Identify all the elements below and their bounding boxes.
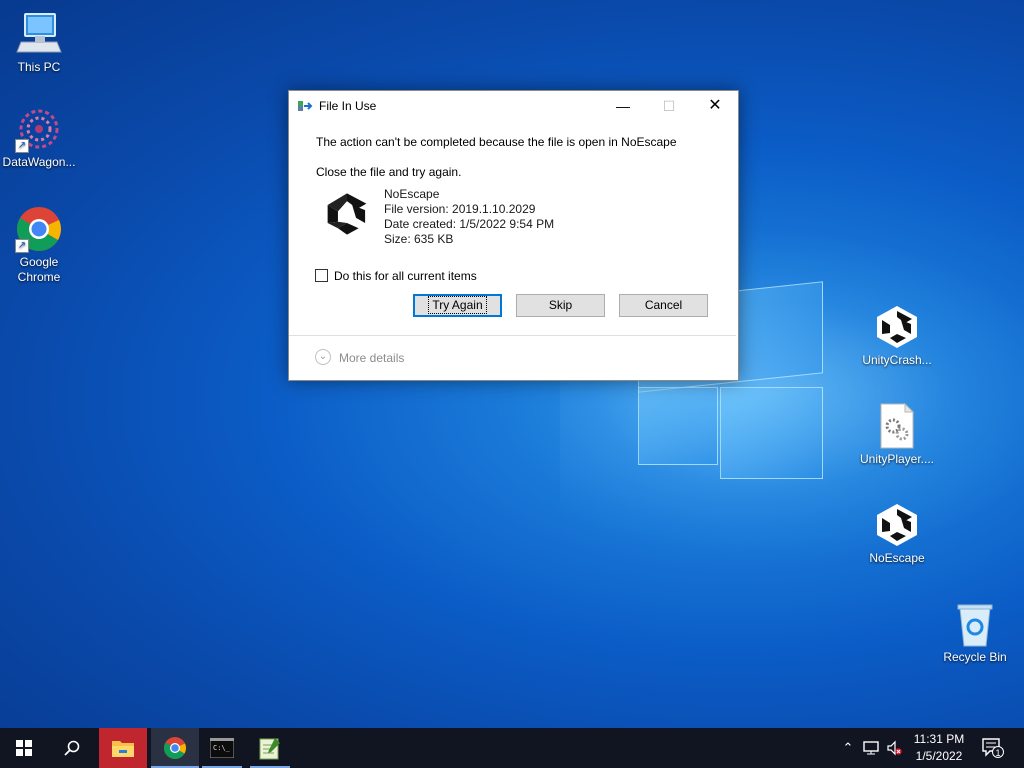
windows-logo-icon xyxy=(16,740,32,756)
more-details-link[interactable]: More details xyxy=(339,351,404,365)
file-info: NoEscape File version: 2019.1.10.2029 Da… xyxy=(384,187,554,247)
desktop-icon-label: Recycle Bin xyxy=(943,650,1007,664)
file-version: File version: 2019.1.10.2029 xyxy=(384,202,536,216)
terminal-icon: C:\_ xyxy=(210,738,234,758)
desktop-icon-noescape[interactable]: NoEscape xyxy=(858,501,936,566)
file-transfer-icon xyxy=(298,101,313,111)
file-in-use-dialog: File In Use — ☐ ✕ The action can't be co… xyxy=(288,90,739,381)
taskbar-file-explorer[interactable] xyxy=(99,728,147,768)
unity-icon xyxy=(873,501,921,549)
desktop-icon-label: Google Chrome xyxy=(17,255,61,284)
file-name: NoEscape xyxy=(384,187,440,201)
shortcut-arrow-icon: ↗ xyxy=(15,139,29,153)
taskbar-command-prompt[interactable]: C:\_ xyxy=(198,728,246,768)
desktop-icon-label: DataWagon... xyxy=(2,155,76,169)
try-again-label: Try Again xyxy=(428,296,487,314)
notification-count-badge: 1 xyxy=(992,746,1004,758)
chevron-up-icon[interactable]: ⌃ xyxy=(840,740,856,756)
apply-all-checkbox-row[interactable]: Do this for all current items xyxy=(315,269,477,283)
taskbar-notepad[interactable] xyxy=(246,728,294,768)
notepad-icon xyxy=(259,738,280,760)
apply-all-checkbox[interactable] xyxy=(315,269,328,282)
computer-icon xyxy=(15,10,63,58)
taskbar: C:\_ ⌃ 11:31 PM 1/5/2022 1 xyxy=(0,728,1024,768)
minimize-button[interactable]: — xyxy=(600,91,646,121)
taskbar-clock[interactable]: 11:31 PM 1/5/2022 xyxy=(904,731,974,765)
windows-logo-pane xyxy=(720,387,823,479)
desktop-icon-recycle-bin[interactable]: Recycle Bin xyxy=(936,600,1014,665)
maximize-button: ☐ xyxy=(662,98,676,114)
volume-muted-icon[interactable] xyxy=(886,740,902,756)
svg-text:C:\_: C:\_ xyxy=(213,744,231,752)
desktop-icon-this-pc[interactable]: This PC xyxy=(0,10,78,75)
file-date-created: Date created: 1/5/2022 9:54 PM xyxy=(384,217,555,231)
network-icon[interactable] xyxy=(863,740,879,756)
dialog-instruction: Close the file and try again. xyxy=(316,165,462,179)
search-button[interactable] xyxy=(48,728,96,768)
chrome-icon xyxy=(164,737,186,759)
cancel-button[interactable]: Cancel xyxy=(619,294,708,317)
desktop-icon-google-chrome[interactable]: ↗ Google Chrome xyxy=(0,205,78,285)
try-again-button[interactable]: Try Again xyxy=(413,294,502,317)
unity-icon xyxy=(873,303,921,351)
dll-file-icon xyxy=(873,402,921,450)
dialog-message: The action can't be completed because th… xyxy=(316,135,677,149)
close-button[interactable]: ✕ xyxy=(692,91,738,121)
action-center-button[interactable]: 1 xyxy=(982,738,1004,758)
unity-icon xyxy=(327,193,367,235)
desktop-icon-label: This PC xyxy=(17,60,61,74)
desktop-icon-unityplayer[interactable]: UnityPlayer.... xyxy=(858,402,936,467)
clock-date: 1/5/2022 xyxy=(915,749,963,763)
apply-all-label: Do this for all current items xyxy=(334,269,477,283)
more-details-bar: ⌄ More details xyxy=(289,335,736,380)
skip-button[interactable]: Skip xyxy=(516,294,605,317)
file-size: Size: 635 KB xyxy=(384,232,454,246)
start-button[interactable] xyxy=(0,728,48,768)
chevron-down-icon[interactable]: ⌄ xyxy=(315,349,331,365)
clock-time: 11:31 PM xyxy=(913,732,965,746)
desktop-icon-label: UnityCrash... xyxy=(862,353,932,367)
desktop-icon-unitycrash[interactable]: UnityCrash... xyxy=(858,303,936,368)
desktop-icon-datawagon[interactable]: ↗ DataWagon... xyxy=(0,105,78,170)
windows-logo-pane xyxy=(638,387,718,465)
dialog-title: File In Use xyxy=(319,99,377,113)
dialog-titlebar[interactable]: File In Use — ☐ ✕ xyxy=(289,91,738,121)
taskbar-chrome[interactable] xyxy=(151,728,199,768)
desktop: This PC ↗ DataWagon... ↗ Google Chrome U… xyxy=(0,0,1024,728)
recycle-bin-icon xyxy=(951,600,999,648)
desktop-icon-label: UnityPlayer.... xyxy=(859,452,935,466)
chrome-icon: ↗ xyxy=(15,205,63,253)
datawagon-icon: ↗ xyxy=(15,105,63,153)
desktop-icon-label: NoEscape xyxy=(869,551,925,565)
search-icon xyxy=(64,740,80,756)
shortcut-arrow-icon: ↗ xyxy=(15,239,29,253)
folder-icon xyxy=(112,741,134,757)
